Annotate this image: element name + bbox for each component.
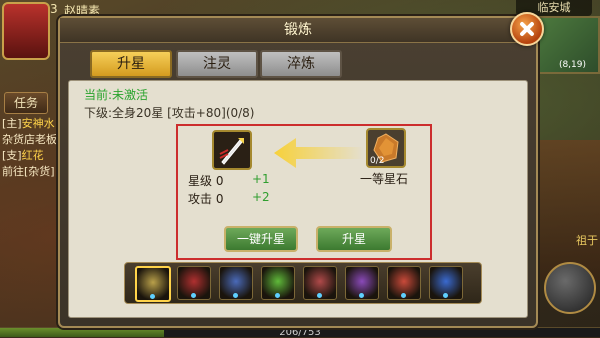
equip-boots[interactable] [261,266,295,300]
forge-dialog: 锻炼 升星 注灵 淬炼 当前:未激活 下级:全身20星 [攻击+80](0/8)… [58,12,544,328]
star-level-bonus: +1 [252,172,270,186]
task-item[interactable]: [主]安神水 [2,116,60,132]
right-side-label: 祖于 [576,234,598,247]
star-stone-slot[interactable]: 0/2 [366,128,406,168]
arrow-icon [274,138,364,168]
attack-bonus: +2 [252,190,270,204]
task-list[interactable]: [主]安神水 杂货店老板 [支]红花 前往[杂货] [2,116,60,180]
tab-temper[interactable]: 淬炼 [260,50,342,78]
equip-belt[interactable] [303,266,337,300]
task-item[interactable]: 杂货店老板 [2,132,60,148]
equip-armor[interactable] [177,266,211,300]
stone-name: 一等星石 [360,172,409,186]
star-level-label: 星级 0 [188,174,224,188]
equip-amulet[interactable] [429,266,463,300]
equip-ring[interactable] [345,266,379,300]
task-item[interactable]: 前往[杂货] [2,164,60,180]
weapon-icon [219,138,244,165]
player-portrait[interactable] [2,2,50,60]
tab-inject-spirit[interactable]: 注灵 [176,50,258,78]
attack-skill-button[interactable] [544,262,596,314]
equip-necklace[interactable] [387,266,421,300]
task-item[interactable]: [支]红花 [2,148,60,164]
tab-star-up[interactable]: 升星 [90,50,172,78]
equip-weapon[interactable] [135,266,171,302]
auto-star-up-button[interactable]: 一键升星 [224,226,298,252]
right-scene-decoration [540,140,600,280]
experience-bar: 206/753 [0,327,600,338]
minimap-coordinates: (8,19) [558,60,586,70]
experience-text: 206/753 [279,327,321,338]
status-text: 当前:未激活 [84,88,149,102]
star-up-button[interactable]: 升星 [316,226,392,252]
stone-count: 0/2 [370,156,385,166]
attack-label: 攻击 0 [188,192,224,206]
task-button[interactable]: 任务 [4,92,48,114]
close-icon[interactable] [510,12,544,46]
equip-helmet[interactable] [219,266,253,300]
player-level: 3 [50,2,58,16]
dialog-title: 锻炼 [60,18,536,43]
equipment-bar [124,262,482,304]
next-level-text: 下级:全身20星 [攻击+80](0/8) [84,106,255,120]
weapon-slot[interactable] [212,130,252,170]
